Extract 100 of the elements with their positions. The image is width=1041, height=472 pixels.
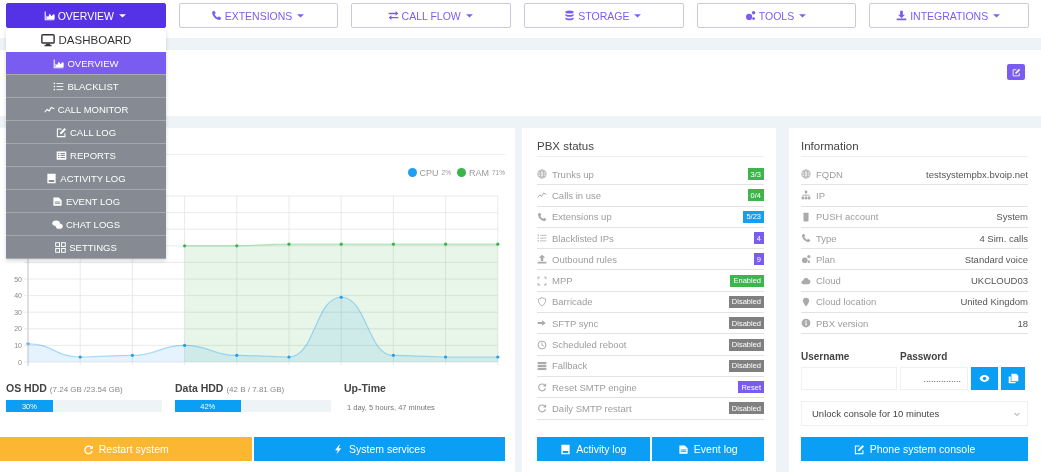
menu-item[interactable]: CALL MONITOR: [6, 98, 166, 121]
info-value: 4 Sim. calls: [979, 232, 1028, 244]
info-label: IP: [816, 189, 825, 201]
data-point: [496, 355, 500, 359]
list-icon: [53, 80, 65, 92]
edit-button[interactable]: [1007, 64, 1025, 80]
data-point: [496, 242, 500, 246]
data-point: [183, 343, 187, 347]
cloud-icon: [801, 275, 811, 286]
info-label: Cloud: [816, 275, 841, 287]
upload-icon: [537, 254, 547, 265]
menu-item[interactable]: OVERVIEW: [6, 52, 166, 75]
info-icon: [801, 318, 811, 329]
expand-icon: [537, 275, 547, 286]
info-value: 18: [1017, 317, 1028, 329]
field-label: Username: [801, 351, 851, 363]
disk-title: OS HDD: [6, 382, 47, 394]
book-icon: [46, 172, 58, 184]
status-label: Blacklisted IPs: [552, 232, 614, 244]
legend-label: CPU: [419, 167, 439, 178]
menu-item[interactable]: CHAT LOGS: [6, 213, 166, 236]
phone-icon: [210, 10, 222, 21]
info-value: United Kingdom: [960, 296, 1028, 308]
data-point: [287, 355, 291, 359]
info-label: Type: [816, 232, 837, 244]
data-point: [78, 355, 82, 359]
copy-button[interactable]: [1001, 367, 1025, 391]
edit-icon: [1011, 67, 1021, 77]
action-button[interactable]: Restart system: [0, 437, 252, 461]
data-point: [391, 353, 395, 357]
globe-icon: [537, 169, 547, 180]
disk-size: (42 B / 7.81 GB): [226, 385, 285, 394]
download-icon: [896, 10, 908, 21]
uptime-title: Up-Time: [344, 382, 386, 394]
refresh-icon: [537, 403, 547, 414]
data-point: [391, 242, 395, 246]
phone-icon: [537, 211, 547, 222]
status-label: Scheduled reboot: [552, 339, 627, 350]
nav-tab[interactable]: EXTENSIONS: [178, 3, 339, 28]
nav-tab[interactable]: CALL FLOW: [351, 3, 511, 28]
info-label: PBX version: [816, 317, 869, 329]
action-button[interactable]: System services: [253, 437, 505, 461]
menu-item[interactable]: SETTINGS: [6, 236, 166, 259]
data-point: [444, 242, 448, 246]
status-label: Calls in use: [552, 189, 602, 201]
grid-icon: [55, 241, 67, 253]
data-point: [444, 355, 448, 359]
edit-icon: [55, 126, 67, 138]
console-button[interactable]: Phone system console: [801, 437, 1028, 461]
phone-icon: [801, 233, 811, 244]
info-value: System: [996, 211, 1028, 223]
data-point: [339, 242, 343, 246]
nav-tab[interactable]: STORAGE: [524, 3, 684, 28]
disk-size: (7.24 GB /23.54 GB): [49, 385, 123, 394]
log-button[interactable]: Activity log: [537, 437, 650, 461]
info-label: PUSH account: [816, 211, 879, 223]
status-label: Trunks up: [552, 168, 594, 180]
legend-label: RAM: [469, 167, 489, 178]
map-pin-icon: [801, 296, 811, 307]
status-label: Reset SMTP engine: [552, 381, 637, 393]
status-label: Daily SMTP restart: [552, 402, 632, 414]
status-label: Fallback: [552, 360, 588, 372]
data-point: [287, 242, 291, 246]
document-icon: [677, 443, 689, 455]
eye-icon: [979, 373, 990, 385]
data-point: [235, 244, 239, 248]
nav-tab[interactable]: INTEGRATIONS: [869, 3, 1030, 28]
menu-item[interactable]: CALL LOG: [6, 121, 166, 144]
status-label: MPP: [552, 275, 573, 287]
unlock-select[interactable]: Unlock console for 10 minutes: [801, 401, 1028, 427]
status-label: SFTP sync: [552, 317, 599, 329]
menu-item[interactable]: ACTIVITY LOG: [6, 167, 166, 190]
status-label: Outbound rules: [552, 253, 617, 265]
area-chart-icon: [53, 57, 65, 69]
data-point: [339, 295, 343, 299]
info-value: UKCLOUD03: [970, 275, 1028, 287]
log-button[interactable]: Event log: [651, 437, 764, 461]
copy-icon: [1007, 373, 1019, 385]
menu-item[interactable]: REPORTS: [6, 144, 166, 167]
status-label: Extensions up: [552, 211, 612, 223]
refresh-icon: [537, 382, 547, 393]
menu-item[interactable]: EVENT LOG: [6, 190, 166, 213]
data-point: [183, 244, 187, 248]
data-point: [235, 353, 239, 357]
monitor-icon: [40, 33, 55, 47]
disk-title: Data HDD: [175, 382, 224, 394]
menu-item[interactable]: BLACKLIST: [6, 75, 166, 98]
speech-bubbles-icon: [52, 218, 63, 230]
list-card-icon: [56, 149, 68, 161]
password-field[interactable]: ...............: [900, 367, 968, 391]
info-value: testsystempbx.bvoip.net: [926, 168, 1028, 180]
info-value: Standard voice: [964, 253, 1028, 265]
field-label: Password: [900, 351, 949, 363]
info-label: Cloud location: [816, 296, 877, 308]
arrows-icon: [387, 10, 399, 21]
server-icon: [537, 360, 547, 371]
document-icon: [51, 195, 63, 207]
nav-tab[interactable]: OVERVIEW: [6, 3, 166, 28]
nav-tab[interactable]: TOOLS: [696, 3, 857, 28]
show-password-button[interactable]: [971, 367, 998, 391]
